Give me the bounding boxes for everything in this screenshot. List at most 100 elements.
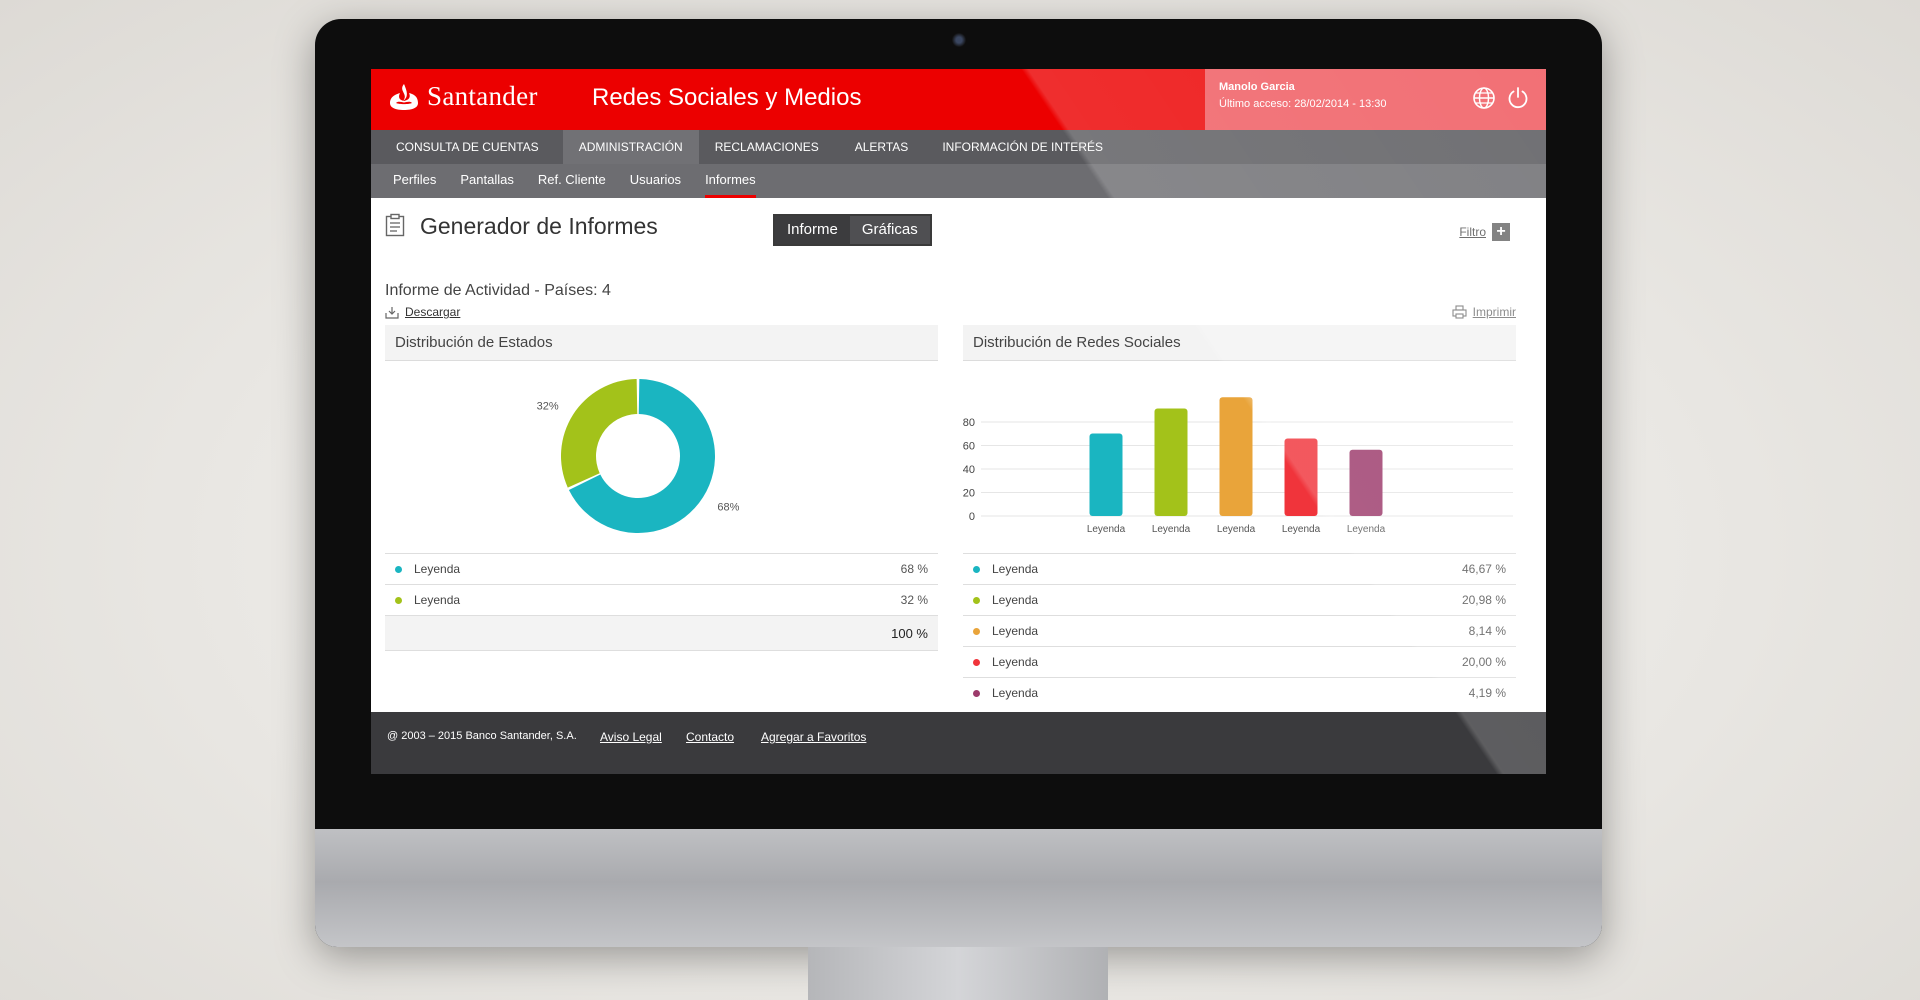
nav-informacion-interes[interactable]: INFORMACIÓN DE INTERÉS xyxy=(926,130,1119,164)
app-title: Redes Sociales y Medios xyxy=(592,84,862,111)
printer-icon xyxy=(1452,305,1467,319)
y-tick-label: 0 xyxy=(969,511,975,523)
user-panel: Manolo Garcia Último acceso: 28/02/2014 … xyxy=(1205,69,1546,130)
x-tick-label: Leyenda xyxy=(1282,524,1321,535)
legend-row: Leyenda 46,67 % xyxy=(963,553,1516,584)
filter-label[interactable]: Filtro xyxy=(1459,225,1486,239)
bar xyxy=(1284,438,1318,516)
legend-row: Leyenda 20,98 % xyxy=(963,584,1516,615)
subnav-ref-cliente[interactable]: Ref. Cliente xyxy=(526,164,618,198)
toggle-graficas-button[interactable]: Gráficas xyxy=(849,216,930,244)
y-tick-label: 40 xyxy=(963,464,975,476)
subnav-pantallas[interactable]: Pantallas xyxy=(448,164,525,198)
print-link[interactable]: Imprimir xyxy=(1452,305,1516,319)
panel-estados: Distribución de Estados 68% 32% Leyenda 6… xyxy=(385,325,938,651)
download-link[interactable]: Descargar xyxy=(385,305,460,319)
legend-value: 32 % xyxy=(900,593,928,607)
legend-value: 68 % xyxy=(900,562,928,576)
page-title: Generador de Informes xyxy=(420,213,658,239)
bar xyxy=(1154,408,1188,516)
filter-control[interactable]: Filtro + xyxy=(1459,223,1510,241)
brand-logo[interactable]: Santander xyxy=(387,81,538,112)
legend-dot xyxy=(973,565,980,573)
legend-name: Leyenda xyxy=(992,655,1039,669)
donut-slice xyxy=(561,379,638,488)
download-label[interactable]: Descargar xyxy=(405,305,460,319)
legend-row: Leyenda 8,14 % xyxy=(963,615,1516,646)
subnav-usuarios[interactable]: Usuarios xyxy=(618,164,693,198)
legend-dot xyxy=(395,565,402,573)
legend-name: Leyenda xyxy=(414,562,461,576)
app-footer: @ 2003 – 2015 Banco Santander, S.A. Avis… xyxy=(371,712,1546,774)
x-tick-label: Leyenda xyxy=(1087,524,1126,535)
last-access: Último acceso: 28/02/2014 - 13:30 xyxy=(1219,98,1387,110)
monitor-stand xyxy=(808,947,1108,1000)
power-icon[interactable] xyxy=(1506,86,1530,110)
legend-row: Leyenda 20,00 % xyxy=(963,646,1516,677)
bar xyxy=(1219,397,1253,516)
legend-name: Leyenda xyxy=(992,562,1039,576)
app-screen: Santander Redes Sociales y Medios Manolo… xyxy=(371,69,1546,774)
legend-dot xyxy=(973,596,980,604)
total-row: 100 % xyxy=(385,615,938,651)
legend-name: Leyenda xyxy=(414,593,461,607)
bar-chart: 0 20 40 60 80 Leyenda Leyenda Leyenda Leyenda Ley… xyxy=(963,397,1513,535)
bar-chart-area: 0 20 40 60 80 Leyenda Leyenda Leyenda Leyenda Ley… xyxy=(963,361,1516,553)
legend-value: 8,14 % xyxy=(1468,624,1506,638)
globe-icon[interactable] xyxy=(1472,86,1496,110)
bar xyxy=(1089,433,1123,516)
monitor-frame: Santander Redes Sociales y Medios Manolo… xyxy=(315,19,1602,947)
legend-value: 20,98 % xyxy=(1461,593,1506,607)
bar xyxy=(1349,449,1383,516)
nav-administracion[interactable]: ADMINISTRACIÓN xyxy=(562,130,699,164)
nav-consulta-cuentas[interactable]: CONSULTA DE CUENTAS xyxy=(371,130,563,164)
subnav-informes[interactable]: Informes xyxy=(693,164,768,198)
legend-row: Leyenda 32 % xyxy=(385,584,938,615)
y-tick-label: 80 xyxy=(963,417,975,429)
toggle-informe-button[interactable]: Informe xyxy=(775,216,850,244)
legend-name: Leyenda xyxy=(992,686,1039,700)
clipboard-icon xyxy=(385,213,405,237)
primary-nav: CONSULTA DE CUENTAS ADMINISTRACIÓN RECLA… xyxy=(371,130,1546,164)
legend-value: 20,00 % xyxy=(1461,655,1506,669)
footer-contacto-link[interactable]: Contacto xyxy=(686,730,734,744)
camera-icon xyxy=(952,33,966,47)
app-header: Santander Redes Sociales y Medios Manolo… xyxy=(371,69,1546,130)
flame-icon xyxy=(390,83,418,110)
donut-chart: 68% 32% xyxy=(537,379,740,533)
legend-dot xyxy=(973,689,980,697)
plus-icon[interactable]: + xyxy=(1492,223,1510,241)
legend-row: Leyenda 68 % xyxy=(385,553,938,584)
legend-value: 46,67 % xyxy=(1461,562,1506,576)
legend-dot xyxy=(973,658,980,666)
y-tick-label: 60 xyxy=(963,441,975,453)
legend-name: Leyenda xyxy=(992,624,1039,638)
print-label[interactable]: Imprimir xyxy=(1473,305,1516,319)
legend-dot xyxy=(395,596,402,604)
x-tick-label: Leyenda xyxy=(1347,524,1386,535)
secondary-nav: Perfiles Pantallas Ref. Cliente Usuarios… xyxy=(371,164,1546,198)
donut-chart-area: 68% 32% xyxy=(385,361,938,553)
view-toggle: Informe Gráficas xyxy=(773,214,932,246)
legend-name: Leyenda xyxy=(992,593,1039,607)
subnav-perfiles[interactable]: Perfiles xyxy=(381,164,448,198)
panel-estados-title: Distribución de Estados xyxy=(385,325,938,361)
user-name: Manolo Garcia xyxy=(1219,81,1295,93)
x-tick-label: Leyenda xyxy=(1217,524,1256,535)
footer-copyright: @ 2003 – 2015 Banco Santander, S.A. xyxy=(387,730,577,742)
legend-value: 4,19 % xyxy=(1468,686,1506,700)
nav-alertas[interactable]: ALERTAS xyxy=(835,130,927,164)
donut-data-label: 32% xyxy=(537,401,559,413)
x-tick-label: Leyenda xyxy=(1152,524,1191,535)
legend-row: Leyenda 4,19 % xyxy=(963,677,1516,708)
brand-name: Santander xyxy=(427,81,538,111)
panel-redes-sociales: Distribución de Redes Sociales 0 20 40 60 80… xyxy=(963,325,1516,708)
download-icon xyxy=(385,306,399,319)
donut-data-label: 68% xyxy=(717,501,739,513)
y-tick-label: 20 xyxy=(963,488,975,500)
footer-favoritos-link[interactable]: Agregar a Favoritos xyxy=(761,730,866,744)
monitor-chin xyxy=(315,829,1602,947)
footer-aviso-legal-link[interactable]: Aviso Legal xyxy=(600,730,662,744)
panel-redes-title: Distribución de Redes Sociales xyxy=(963,325,1516,361)
nav-reclamaciones[interactable]: RECLAMACIONES xyxy=(699,130,835,164)
